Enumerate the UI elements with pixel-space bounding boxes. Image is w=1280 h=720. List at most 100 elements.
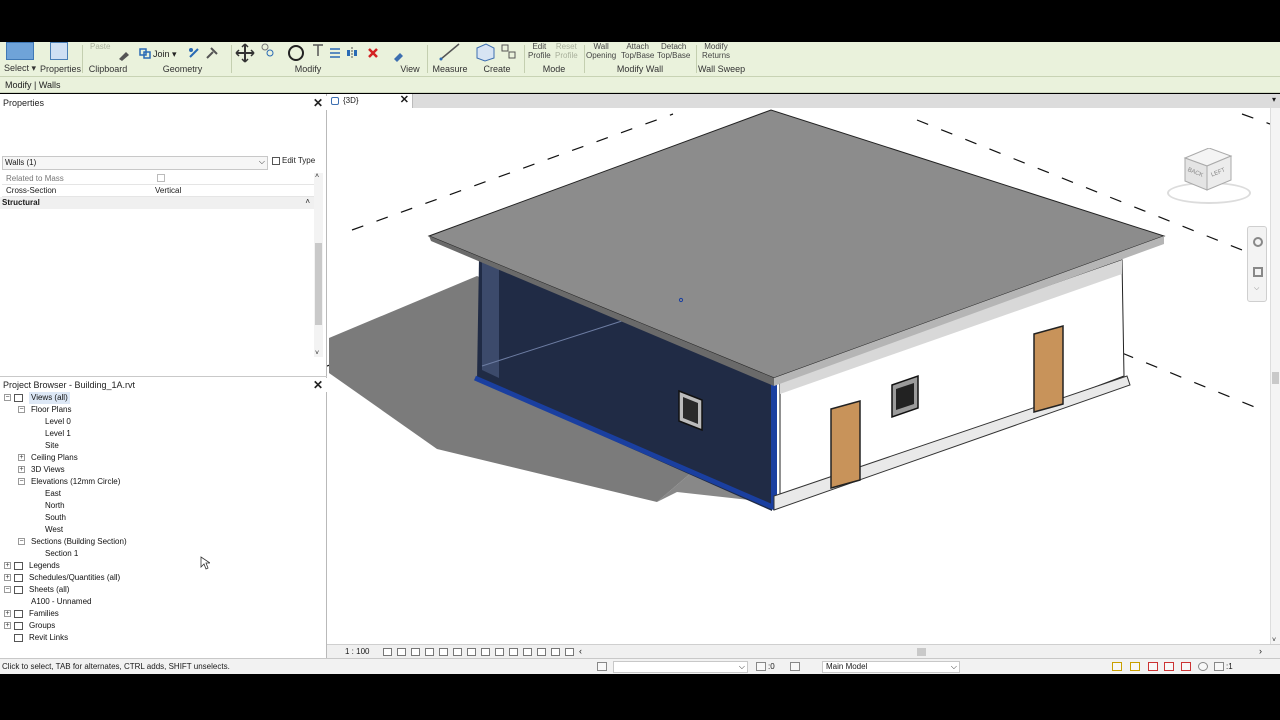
collapse-icon[interactable]: − [18,538,25,545]
browser-item[interactable]: Section 1 [0,548,320,560]
horizontal-scrollbar-thumb[interactable] [917,648,926,656]
scroll-left-icon[interactable]: ‹ [579,646,582,656]
offset-icon[interactable] [328,46,342,60]
background-processes-icon[interactable] [1198,662,1208,671]
close-view-icon[interactable]: ✕ [400,93,409,106]
create-group-icon[interactable] [500,43,518,61]
expand-icon[interactable]: + [4,610,11,617]
filter-icon[interactable] [1214,662,1224,671]
attach-top-base-button[interactable]: Attach Top/Base [621,42,654,60]
browser-item[interactable]: − Floor Plans [0,404,320,416]
highlight-displacement-icon[interactable] [565,648,574,656]
browser-item[interactable]: − Sheets (all) [0,584,320,596]
type-selector[interactable]: Walls (1) ⌵ [2,156,268,170]
browser-item[interactable]: + Schedules/Quantities (all) [0,572,320,584]
select-by-face-icon[interactable] [1164,662,1174,671]
steering-wheel-icon[interactable] [1253,237,1263,247]
paste-button[interactable]: Paste [90,42,110,51]
scrollbar-thumb[interactable] [1272,372,1279,384]
browser-item[interactable]: A100 - Unnamed [0,596,320,608]
select-underlay-icon[interactable] [1130,662,1140,671]
rotate-icon[interactable] [286,42,306,62]
analytical-model-icon[interactable] [551,648,560,656]
select-links-icon[interactable] [1112,662,1122,671]
shadows-icon[interactable] [425,648,434,656]
collapse-icon[interactable]: − [4,586,11,593]
measure-icon[interactable] [439,42,461,62]
reset-profile-button[interactable]: Reset Profile [555,42,578,60]
cut-geometry-icon[interactable] [187,46,201,60]
edit-profile-button[interactable]: Edit Profile [528,42,551,60]
crop-view-icon[interactable] [453,648,462,656]
browser-item[interactable]: Level 1 [0,428,320,440]
browser-item[interactable]: + Families [0,608,320,620]
temporary-hide-icon[interactable] [495,648,504,656]
browser-item[interactable]: − Elevations (12mm Circle) [0,476,320,488]
select-label[interactable]: Select ▾ [2,63,38,74]
sun-path-icon[interactable] [411,648,420,656]
browser-item[interactable]: Level 0 [0,416,320,428]
browser-item[interactable]: Site [0,440,320,452]
view-scale[interactable]: 1 : 100 [345,647,369,656]
view-tab-3d[interactable]: {3D} ✕ [327,94,413,108]
expand-icon[interactable]: + [18,466,25,473]
scroll-right-icon[interactable]: › [1259,646,1262,656]
browser-item[interactable]: West [0,524,320,536]
design-options-icon[interactable] [790,662,800,671]
temporary-view-properties-icon[interactable] [523,648,532,656]
property-value[interactable]: Vertical [155,186,181,195]
match-properties-icon[interactable] [117,47,131,61]
visual-style-icon[interactable] [397,648,406,656]
zoom-icon[interactable] [1253,267,1263,277]
browser-item[interactable]: North [0,500,320,512]
browser-item[interactable]: South [0,512,320,524]
expand-icon[interactable]: + [4,562,11,569]
rendering-icon[interactable] [439,648,448,656]
select-pinned-icon[interactable] [1148,662,1158,671]
properties-button[interactable]: Properties [40,42,81,77]
properties-close-icon[interactable]: ✕ [313,96,323,110]
view-scrollbar-vertical[interactable]: ˅ [1270,108,1280,644]
create-parts-icon[interactable] [474,42,496,62]
expand-icon[interactable]: + [4,622,11,629]
align-icon[interactable] [311,43,325,57]
viewcube[interactable]: BACK LEFT [1165,148,1251,210]
scroll-down-icon[interactable]: ˅ [1272,637,1276,644]
mirror-icon[interactable] [345,46,359,60]
design-option-dropdown[interactable]: Main Model ⌵ [822,661,960,673]
expand-icon[interactable]: + [4,574,11,581]
wall-opening-button[interactable]: Wall Opening [586,42,616,60]
expand-icon[interactable]: + [18,454,25,461]
worksets-icon[interactable] [597,662,607,671]
drag-elements-icon[interactable] [1181,662,1191,671]
tab-menu-icon[interactable]: ▾ [1272,95,1276,104]
modify-returns-button[interactable]: Modify Returns [702,42,730,60]
viewcube-icon[interactable] [1165,148,1251,210]
wall-joins-icon[interactable] [205,46,219,60]
browser-item[interactable]: + Ceiling Plans [0,452,320,464]
modify-arrow-icon[interactable] [6,42,34,60]
detail-level-icon[interactable] [383,648,392,656]
delete-icon[interactable] [366,46,380,60]
collapse-icon[interactable]: − [18,478,25,485]
browser-item[interactable]: +3D Views [0,464,320,476]
scroll-down-icon[interactable]: ˅ [315,350,319,357]
reveal-hidden-icon[interactable] [509,648,518,656]
edit-type-button[interactable]: Edit Type [272,156,315,165]
browser-item[interactable]: Revit Links [0,632,320,644]
collapse-icon[interactable]: − [4,394,11,401]
lock-view-icon[interactable] [481,648,490,656]
properties-scrollbar[interactable]: ˄ ˅ [314,173,323,357]
detach-top-base-button[interactable]: Detach Top/Base [657,42,690,60]
collapse-icon[interactable]: − [18,406,25,413]
workset-dropdown[interactable]: ⌵ [613,661,748,673]
project-browser-close-icon[interactable]: ✕ [313,378,323,392]
browser-item[interactable]: − Sections (Building Section) [0,536,320,548]
related-to-mass-checkbox[interactable] [157,174,165,182]
select-group[interactable]: Select ▾ [2,42,38,77]
scroll-up-icon[interactable]: ˄ [315,173,319,180]
browser-item[interactable]: + Legends [0,560,320,572]
join-button[interactable]: Join ▾ [153,50,177,59]
worksharing-display-icon[interactable] [537,648,546,656]
chevron-down-icon[interactable]: ⌵ [1254,285,1259,293]
